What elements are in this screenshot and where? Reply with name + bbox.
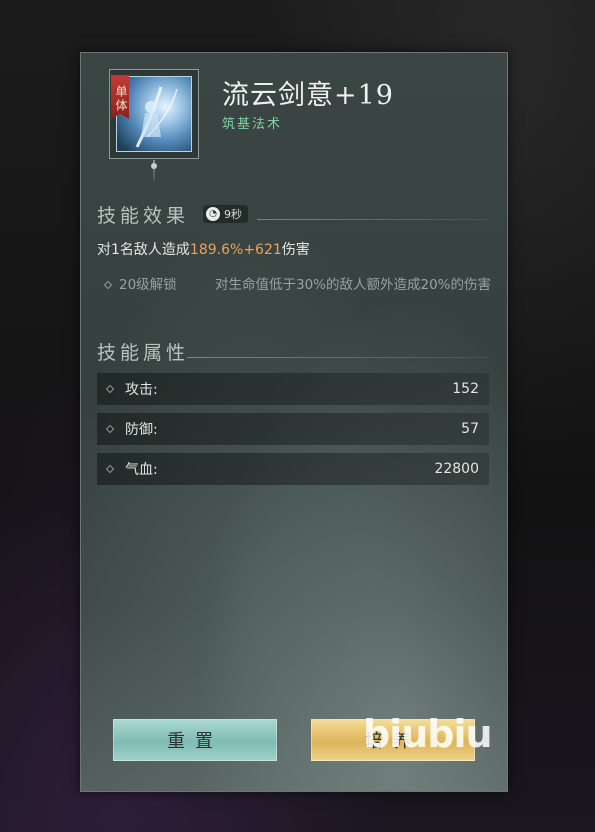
attr-row-attack: 攻击: 152: [97, 373, 489, 405]
attr-label: 攻击:: [125, 382, 158, 398]
diamond-bullet-icon: [105, 384, 115, 394]
diamond-bullet-icon: [105, 424, 115, 434]
icon-pendant-dot: [151, 163, 157, 169]
reset-button[interactable]: 重置: [113, 719, 277, 761]
effect-description: 对1名敌人造成189.6%+621伤害: [97, 242, 310, 258]
cooldown-text: 9秒: [224, 208, 242, 221]
skill-type: 筑基法术: [222, 117, 283, 132]
attr-label: 气血:: [125, 462, 158, 478]
diamond-bullet-icon: [105, 464, 115, 474]
attr-row-defense: 防御: 57: [97, 413, 489, 445]
section-divider: [187, 357, 489, 358]
skill-detail-panel: 单体 流云剑意+19 筑基法术 技能效果 ◔ 9秒 对1名敌人造成189.6%+…: [80, 52, 508, 792]
attr-value: 22800: [434, 461, 479, 477]
attr-row-hp: 气血: 22800: [97, 453, 489, 485]
attr-value: 57: [461, 421, 479, 437]
attr-label: 防御:: [125, 422, 158, 438]
unlock-description: 对生命值低于30%的敌人额外造成20%的伤害: [215, 277, 492, 293]
attr-section-title: 技能属性: [97, 342, 190, 364]
watermark-logo: biubiu: [363, 712, 493, 756]
cooldown-badge: ◔ 9秒: [203, 205, 248, 223]
unlock-effect-row: 20级解锁 对生命值低于30%的敌人额外造成20%的伤害: [103, 275, 495, 296]
attr-value: 152: [452, 381, 479, 397]
diamond-bullet-icon: [103, 280, 113, 290]
clock-icon: ◔: [206, 207, 220, 221]
section-divider: [257, 219, 489, 220]
effect-section-title: 技能效果: [97, 205, 190, 227]
skill-name: 流云剑意+19: [222, 80, 394, 111]
target-type-tag: 单体: [111, 75, 129, 119]
unlock-level: 20级解锁: [119, 277, 177, 293]
